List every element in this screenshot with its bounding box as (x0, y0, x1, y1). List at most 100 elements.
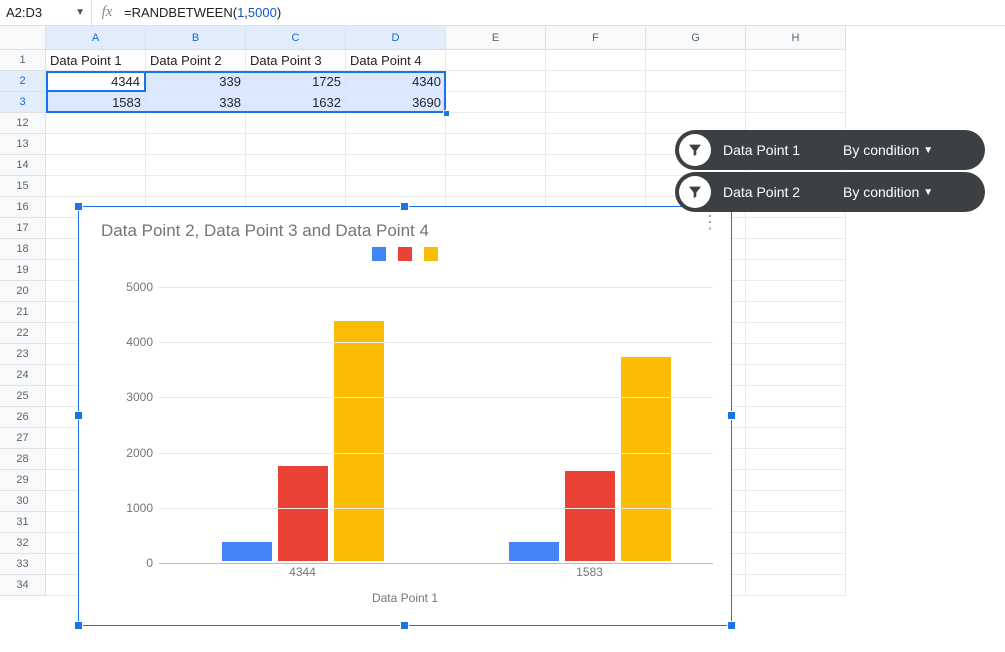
row-header-1[interactable]: 1 (0, 50, 46, 71)
cell-E13[interactable] (446, 134, 546, 155)
cell-C3[interactable]: 1632 (246, 92, 346, 113)
slicer-condition[interactable]: By condition ▼ (843, 184, 933, 200)
chart-resize-n[interactable] (400, 202, 409, 211)
row-header-12[interactable]: 12 (0, 113, 46, 134)
row-header-16[interactable]: 16 (0, 197, 46, 218)
cell-H19[interactable] (746, 260, 846, 281)
row-header-20[interactable]: 20 (0, 281, 46, 302)
cell-C15[interactable] (246, 176, 346, 197)
cell-A13[interactable] (46, 134, 146, 155)
chart-resize-s[interactable] (400, 621, 409, 630)
cell-C13[interactable] (246, 134, 346, 155)
cell-A2[interactable]: 4344 (46, 71, 146, 92)
cell-B1[interactable]: Data Point 2 (146, 50, 246, 71)
cell-H22[interactable] (746, 323, 846, 344)
bar-1583-Data-Point-4[interactable] (621, 357, 671, 561)
cell-H20[interactable] (746, 281, 846, 302)
cell-A3[interactable]: 1583 (46, 92, 146, 113)
col-header-E[interactable]: E (446, 26, 546, 50)
col-header-F[interactable]: F (546, 26, 646, 50)
col-header-D[interactable]: D (346, 26, 446, 50)
cell-H29[interactable] (746, 470, 846, 491)
bar-4344-Data-Point-4[interactable] (334, 321, 384, 561)
row-header-32[interactable]: 32 (0, 533, 46, 554)
cell-H21[interactable] (746, 302, 846, 323)
formula-input[interactable]: =RANDBETWEEN(1,5000) (122, 5, 1005, 20)
cell-H24[interactable] (746, 365, 846, 386)
cell-B2[interactable]: 339 (146, 71, 246, 92)
row-header-18[interactable]: 18 (0, 239, 46, 260)
cell-D3[interactable]: 3690 (346, 92, 446, 113)
row-header-19[interactable]: 19 (0, 260, 46, 281)
cell-F13[interactable] (546, 134, 646, 155)
col-header-A[interactable]: A (46, 26, 146, 50)
row-header-15[interactable]: 15 (0, 176, 46, 197)
cell-B3[interactable]: 338 (146, 92, 246, 113)
cell-E14[interactable] (446, 155, 546, 176)
legend-swatch-blue[interactable] (372, 247, 386, 261)
row-header-30[interactable]: 30 (0, 491, 46, 512)
slicer-data-point-2[interactable]: Data Point 2 By condition ▼ (675, 172, 985, 212)
cell-H2[interactable] (746, 71, 846, 92)
cell-C12[interactable] (246, 113, 346, 134)
cell-E3[interactable] (446, 92, 546, 113)
chart-resize-sw[interactable] (74, 621, 83, 630)
cell-G1[interactable] (646, 50, 746, 71)
cell-B14[interactable] (146, 155, 246, 176)
chart-resize-w[interactable] (74, 411, 83, 420)
cell-G3[interactable] (646, 92, 746, 113)
cell-H3[interactable] (746, 92, 846, 113)
chart-menu-icon[interactable]: ⋮ (701, 219, 719, 225)
cell-C2[interactable]: 1725 (246, 71, 346, 92)
cell-B13[interactable] (146, 134, 246, 155)
cell-H18[interactable] (746, 239, 846, 260)
cell-E15[interactable] (446, 176, 546, 197)
cell-E1[interactable] (446, 50, 546, 71)
cell-F12[interactable] (546, 113, 646, 134)
chart-title[interactable]: Data Point 2, Data Point 3 and Data Poin… (101, 221, 723, 241)
name-box[interactable]: A2:D3 ▼ (0, 0, 92, 25)
cell-H32[interactable] (746, 533, 846, 554)
cell-D14[interactable] (346, 155, 446, 176)
row-header-31[interactable]: 31 (0, 512, 46, 533)
cell-D1[interactable]: Data Point 4 (346, 50, 446, 71)
selection-handle[interactable] (443, 110, 450, 117)
row-header-14[interactable]: 14 (0, 155, 46, 176)
cell-B15[interactable] (146, 176, 246, 197)
cell-H33[interactable] (746, 554, 846, 575)
slicer-condition[interactable]: By condition ▼ (843, 142, 933, 158)
row-header-17[interactable]: 17 (0, 218, 46, 239)
row-header-24[interactable]: 24 (0, 365, 46, 386)
funnel-icon[interactable] (679, 134, 711, 166)
row-header-21[interactable]: 21 (0, 302, 46, 323)
row-header-2[interactable]: 2 (0, 71, 46, 92)
row-header-34[interactable]: 34 (0, 575, 46, 596)
bar-4344-Data-Point-2[interactable] (222, 542, 272, 561)
col-header-C[interactable]: C (246, 26, 346, 50)
cell-H25[interactable] (746, 386, 846, 407)
cell-D12[interactable] (346, 113, 446, 134)
cell-H26[interactable] (746, 407, 846, 428)
cell-H27[interactable] (746, 428, 846, 449)
name-box-dropdown-icon[interactable]: ▼ (75, 7, 85, 18)
row-header-25[interactable]: 25 (0, 386, 46, 407)
cell-G2[interactable] (646, 71, 746, 92)
cell-F14[interactable] (546, 155, 646, 176)
chart-resize-nw[interactable] (74, 202, 83, 211)
col-header-H[interactable]: H (746, 26, 846, 50)
cell-E12[interactable] (446, 113, 546, 134)
cell-C14[interactable] (246, 155, 346, 176)
cell-F15[interactable] (546, 176, 646, 197)
row-header-23[interactable]: 23 (0, 344, 46, 365)
row-header-27[interactable]: 27 (0, 428, 46, 449)
cell-A15[interactable] (46, 176, 146, 197)
cell-D15[interactable] (346, 176, 446, 197)
chart-object[interactable]: ⋮ Data Point 2, Data Point 3 and Data Po… (78, 206, 732, 626)
cell-A14[interactable] (46, 155, 146, 176)
row-header-3[interactable]: 3 (0, 92, 46, 113)
legend-swatch-yellow[interactable] (424, 247, 438, 261)
col-header-G[interactable]: G (646, 26, 746, 50)
cell-F3[interactable] (546, 92, 646, 113)
legend-swatch-red[interactable] (398, 247, 412, 261)
cell-A12[interactable] (46, 113, 146, 134)
